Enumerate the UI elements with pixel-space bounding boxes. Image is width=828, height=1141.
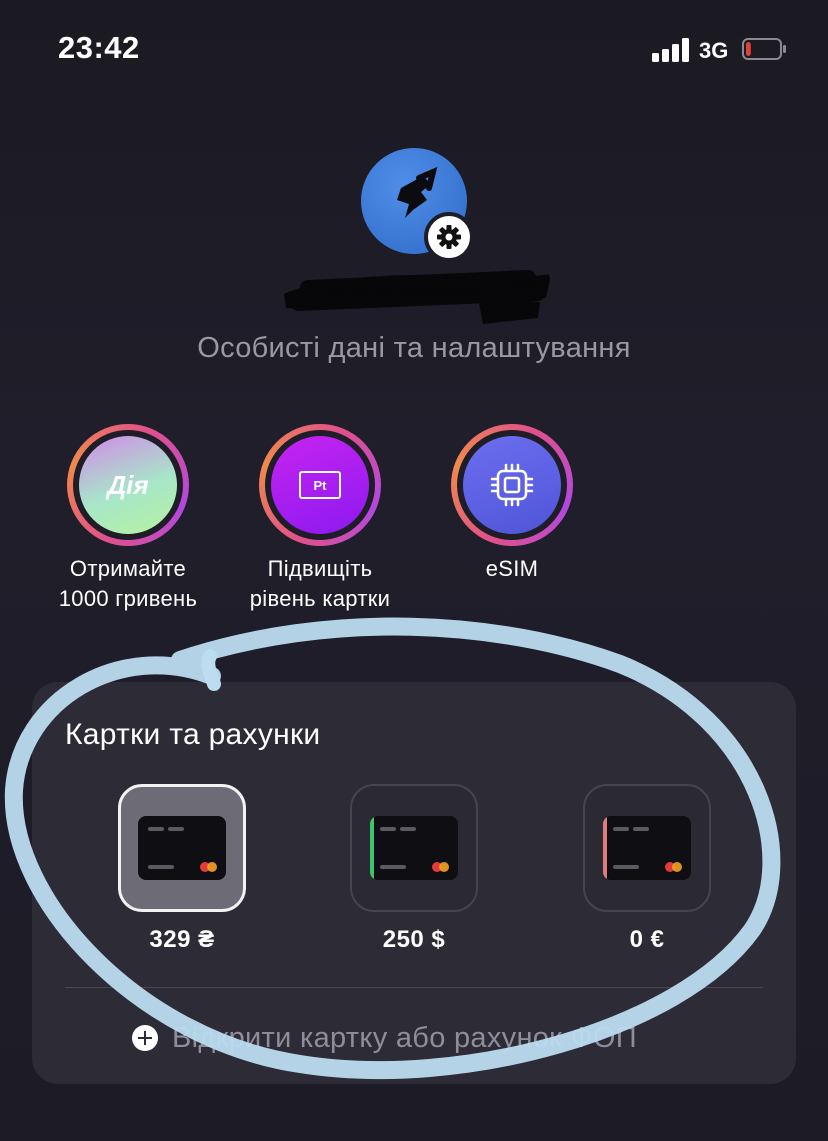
divider: [65, 987, 763, 988]
open-account-label: Відкрити картку або рахунок ФОП: [172, 1021, 637, 1054]
open-account-button[interactable]: Відкрити картку або рахунок ФОП: [132, 1018, 637, 1058]
quick-action-diia[interactable]: Дія Отримайте 1000 гривень: [38, 424, 218, 614]
battery-icon: [742, 38, 786, 60]
quick-action-label: Підвищіть рівень картки: [249, 556, 391, 611]
upgrade-ring: Pt: [259, 424, 381, 546]
quick-action-upgrade-card[interactable]: Pt Підвищіть рівень картки: [230, 424, 410, 614]
personal-data-settings-link[interactable]: Особисті дані та налаштування: [0, 332, 828, 365]
quick-actions-row: Дія Отримайте 1000 гривень Pt Підвищіть …: [0, 424, 828, 624]
card-stripe: [370, 816, 374, 880]
diia-ring: Дія: [67, 424, 189, 546]
cards-accounts-panel: Картки та рахунки 329 ₴ 250 $ 0 € Відкри…: [32, 682, 796, 1084]
card-icon: [138, 816, 226, 880]
quick-action-label: Отримайте 1000 гривень: [58, 556, 198, 611]
card-balance: 329 ₴: [149, 926, 215, 953]
quick-action-label: eSIM: [485, 556, 539, 581]
quick-action-esim[interactable]: eSIM: [422, 424, 602, 584]
card-icon: [370, 816, 458, 880]
esim-chip-icon: [463, 436, 561, 534]
cellular-signal-icon: [652, 38, 692, 62]
clock-time: 23:42: [58, 30, 140, 65]
card-balance: 250 $: [382, 926, 446, 953]
card-eur[interactable]: [583, 784, 711, 912]
esim-ring: [451, 424, 573, 546]
plus-circle-icon: [132, 1025, 158, 1051]
cards-section-title: Картки та рахунки: [65, 718, 321, 751]
status-bar: 23:42 3G: [0, 0, 828, 100]
name-redaction-scribble: [284, 270, 550, 324]
card-usd[interactable]: [350, 784, 478, 912]
card-stripe: [603, 816, 607, 880]
settings-gear-icon[interactable]: [424, 212, 474, 262]
network-type: 3G: [699, 38, 729, 63]
card-level-icon: Pt: [271, 436, 369, 534]
diia-icon: Дія: [79, 436, 177, 534]
card-balance: 0 €: [629, 926, 665, 953]
card-uah[interactable]: [118, 784, 246, 912]
card-icon: [603, 816, 691, 880]
